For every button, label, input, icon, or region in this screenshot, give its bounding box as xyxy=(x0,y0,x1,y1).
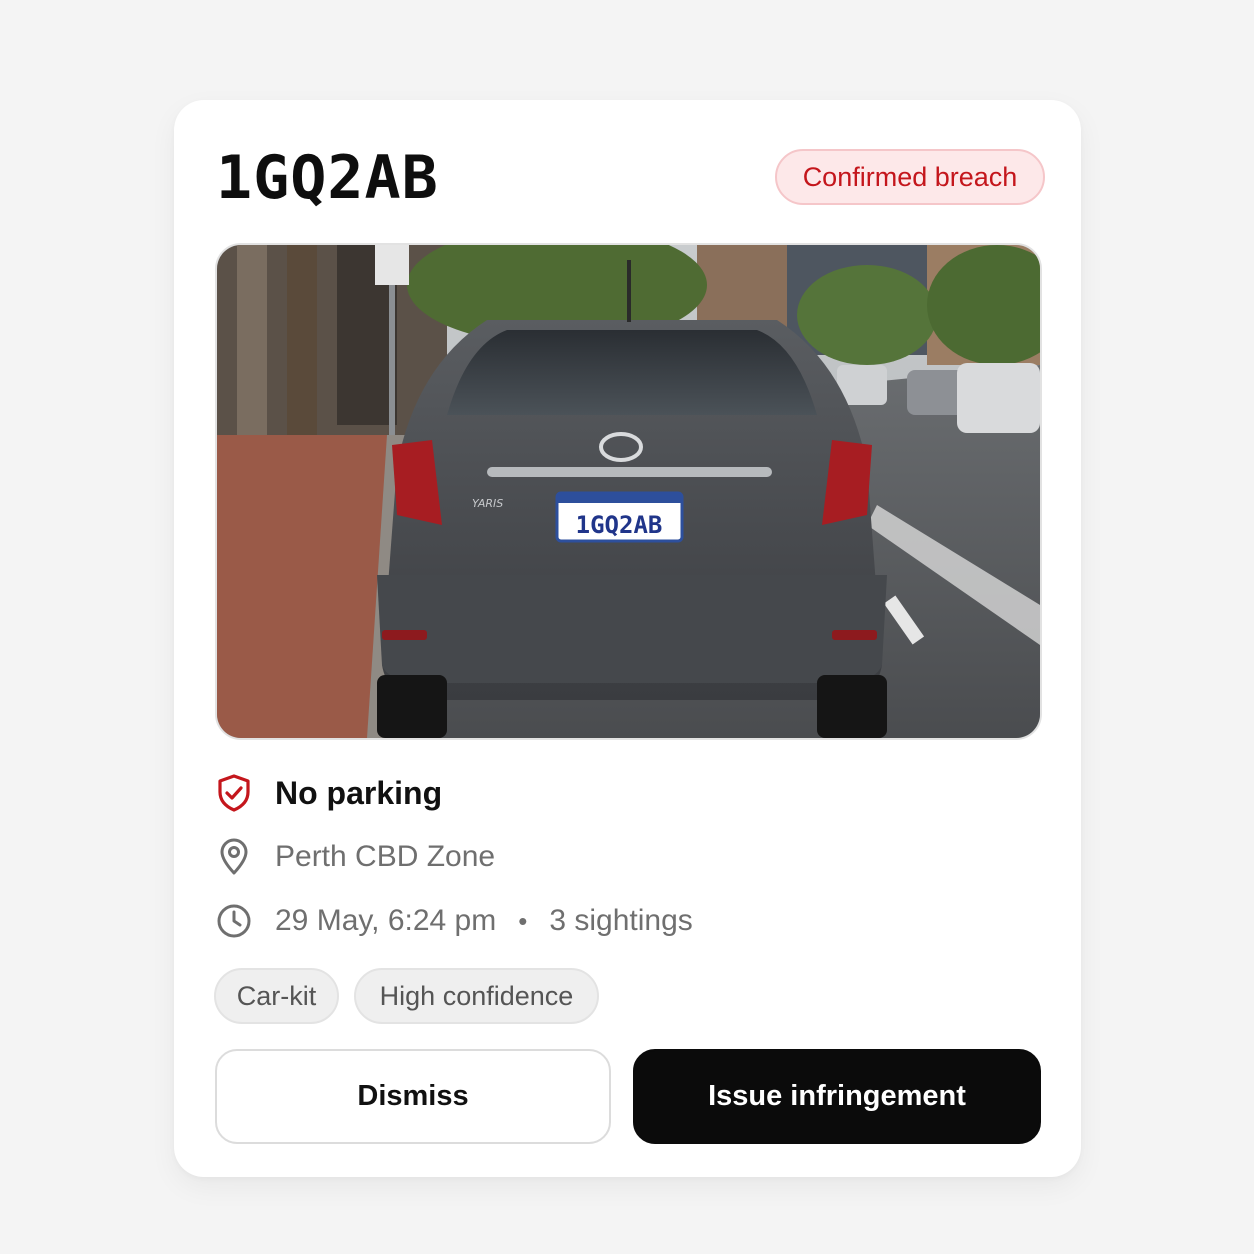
map-pin-icon xyxy=(216,837,252,877)
photo-plate-text: 1GQ2AB xyxy=(576,511,663,539)
dismiss-button[interactable]: Dismiss xyxy=(215,1049,611,1144)
vehicle-photo[interactable]: 1GQ2AB YARIS xyxy=(215,243,1042,740)
location-row: Perth CBD Zone xyxy=(216,835,495,879)
timestamp: 29 May, 6:24 pm xyxy=(275,904,497,937)
location-label: Perth CBD Zone xyxy=(275,840,496,873)
rule-label: No parking xyxy=(275,774,443,811)
photo-badge-text: YARIS xyxy=(472,497,503,510)
time-row: 29 May, 6:24 pm • 3 sightings xyxy=(216,899,693,943)
violation-card: 1GQ2AB Confirmed breach 1GQ2AB YARIS No … xyxy=(174,100,1081,1177)
tag-chip-high-confidence: High confidence xyxy=(354,968,599,1024)
plate-number-title: 1GQ2AB xyxy=(216,143,439,213)
clock-icon xyxy=(216,901,252,941)
separator-dot: • xyxy=(518,905,528,936)
issue-infringement-button[interactable]: Issue infringement xyxy=(633,1049,1041,1144)
shield-check-icon xyxy=(216,773,252,813)
status-badge: Confirmed breach xyxy=(775,149,1045,205)
rule-row: No parking xyxy=(216,771,442,815)
tag-chip-car-kit: Car-kit xyxy=(214,968,339,1024)
sightings-count: 3 sightings xyxy=(549,904,693,937)
